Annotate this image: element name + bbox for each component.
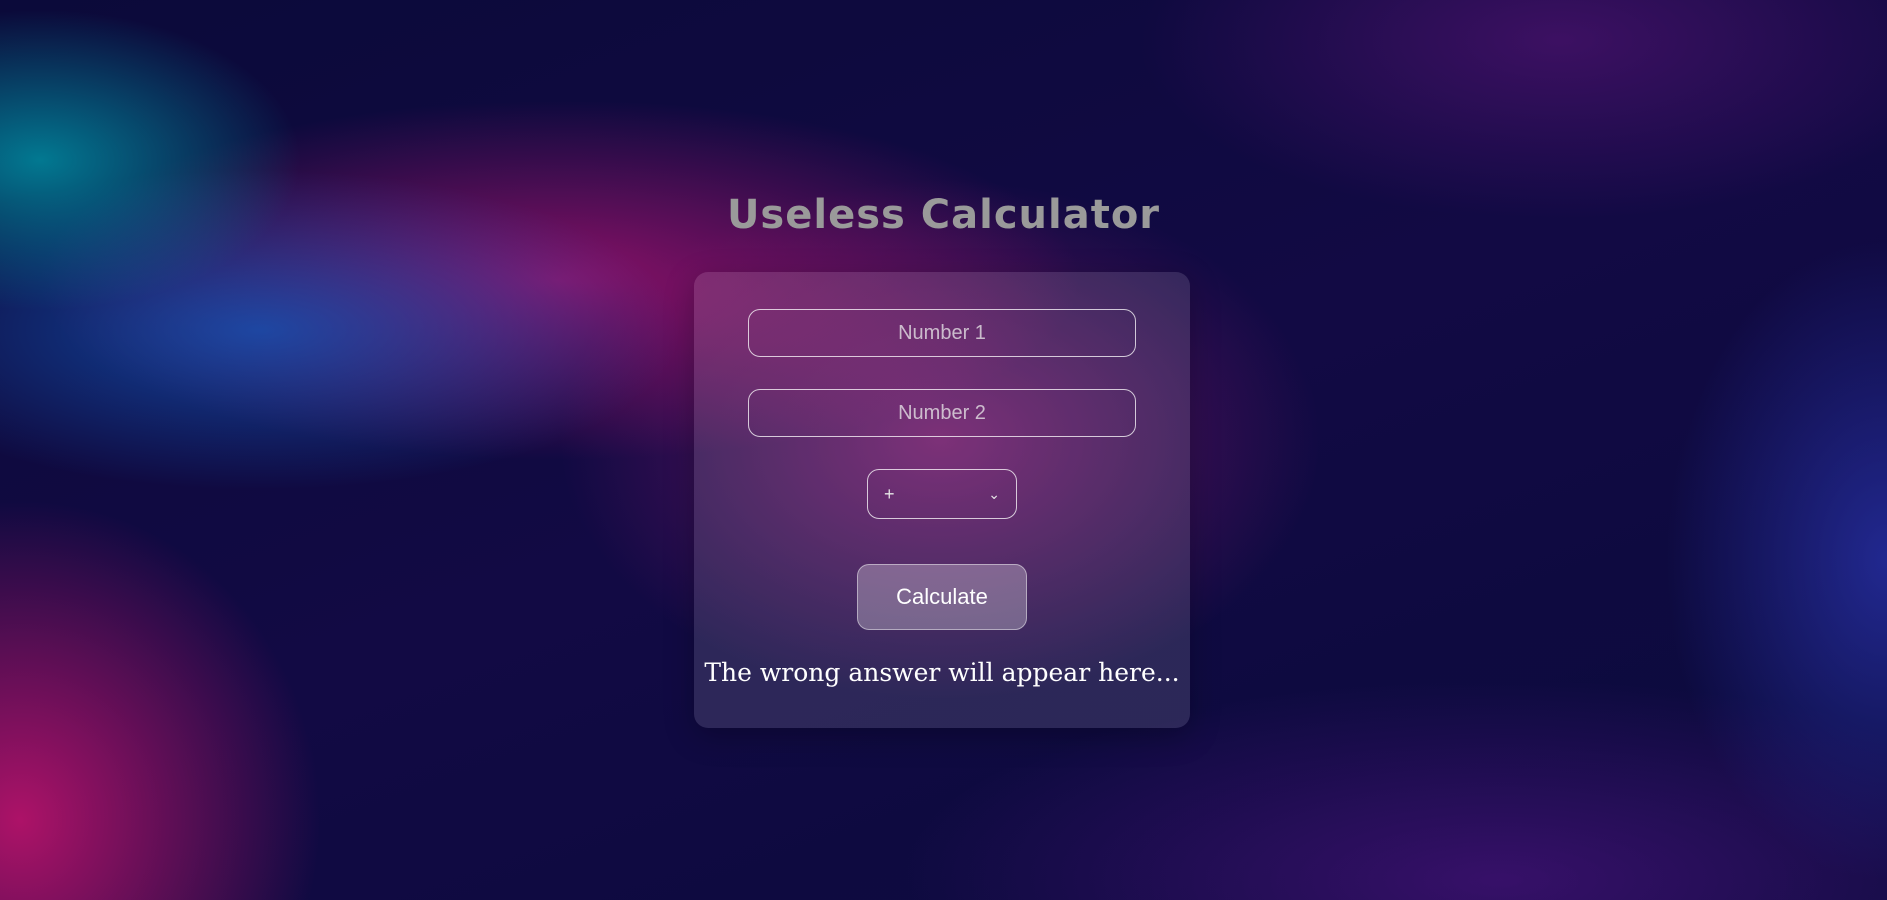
page-title: Useless Calculator: [726, 192, 1161, 238]
calculate-button[interactable]: Calculate: [857, 564, 1027, 630]
chevron-down-icon: ⌄: [988, 485, 1000, 502]
operator-select[interactable]: + ⌄: [867, 469, 1017, 519]
calculator-card: + ⌄ Calculate The wrong answer will appe…: [694, 272, 1190, 728]
number1-input[interactable]: [748, 309, 1136, 357]
operator-selected-value: +: [884, 483, 895, 504]
number2-input[interactable]: [748, 389, 1136, 437]
result-text: The wrong answer will appear here...: [704, 658, 1180, 687]
